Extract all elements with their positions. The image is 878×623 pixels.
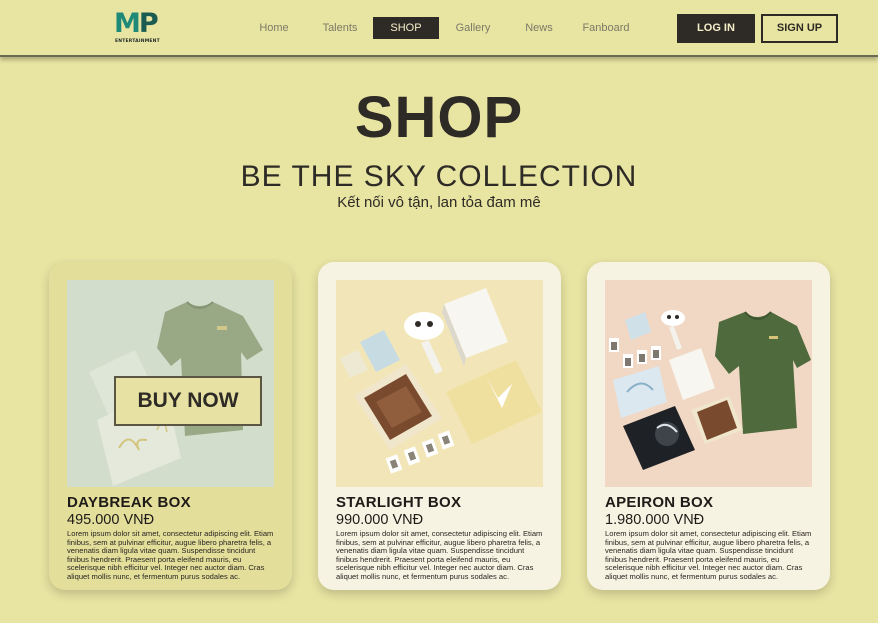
logo-mark: MP (114, 8, 159, 39)
site-header: MP ENTERTAINMENT Home Talents SHOP Galle… (0, 0, 878, 57)
product-name[interactable]: STARLIGHT BOX (336, 494, 461, 511)
product-price: 495.000 VNĐ (67, 512, 155, 528)
buy-now-button[interactable]: BUY NOW (114, 376, 262, 426)
signup-button[interactable]: SIGN UP (761, 14, 838, 43)
logo-subtitle: ENTERTAINMENT (115, 39, 160, 44)
product-image-daybreak[interactable]: BUY NOW (67, 280, 274, 487)
nav-gallery[interactable]: Gallery (447, 17, 499, 39)
product-name[interactable]: APEIRON BOX (605, 494, 713, 511)
nav-talents[interactable]: Talents (314, 17, 366, 39)
product-price: 1.980.000 VNĐ (605, 512, 705, 528)
product-card-apeiron[interactable]: APEIRON BOX 1.980.000 VNĐ Lorem ipsum do… (587, 262, 830, 590)
apeiron-box-photo (605, 280, 812, 487)
product-description: Lorem ipsum dolor sit amet, consectetur … (67, 529, 274, 581)
product-image-apeiron[interactable] (605, 280, 812, 487)
nav-home[interactable]: Home (248, 17, 300, 39)
product-image-starlight[interactable] (336, 280, 543, 487)
nav-shop[interactable]: SHOP (373, 17, 439, 39)
product-card-daybreak[interactable]: BUY NOW DAYBREAK BOX 495.000 VNĐ Lorem i… (49, 262, 292, 590)
product-card-starlight[interactable]: STARLIGHT BOX 990.000 VNĐ Lorem ipsum do… (318, 262, 561, 590)
product-description: Lorem ipsum dolor sit amet, consectetur … (336, 529, 543, 581)
brand-logo[interactable]: MP ENTERTAINMENT (114, 9, 162, 47)
product-description: Lorem ipsum dolor sit amet, consectetur … (605, 529, 812, 581)
nav-fanboard[interactable]: Fanboard (578, 17, 634, 39)
collection-title: BE THE SKY COLLECTION (240, 160, 638, 193)
page-title: SHOP (354, 85, 524, 150)
collection-tagline: Kết nối vô tận, lan tỏa đam mê (337, 194, 541, 211)
product-name[interactable]: DAYBREAK BOX (67, 494, 191, 511)
login-button[interactable]: LOG IN (677, 14, 755, 43)
starlight-box-photo (336, 280, 543, 487)
product-price: 990.000 VNĐ (336, 512, 424, 528)
nav-news[interactable]: News (513, 17, 565, 39)
